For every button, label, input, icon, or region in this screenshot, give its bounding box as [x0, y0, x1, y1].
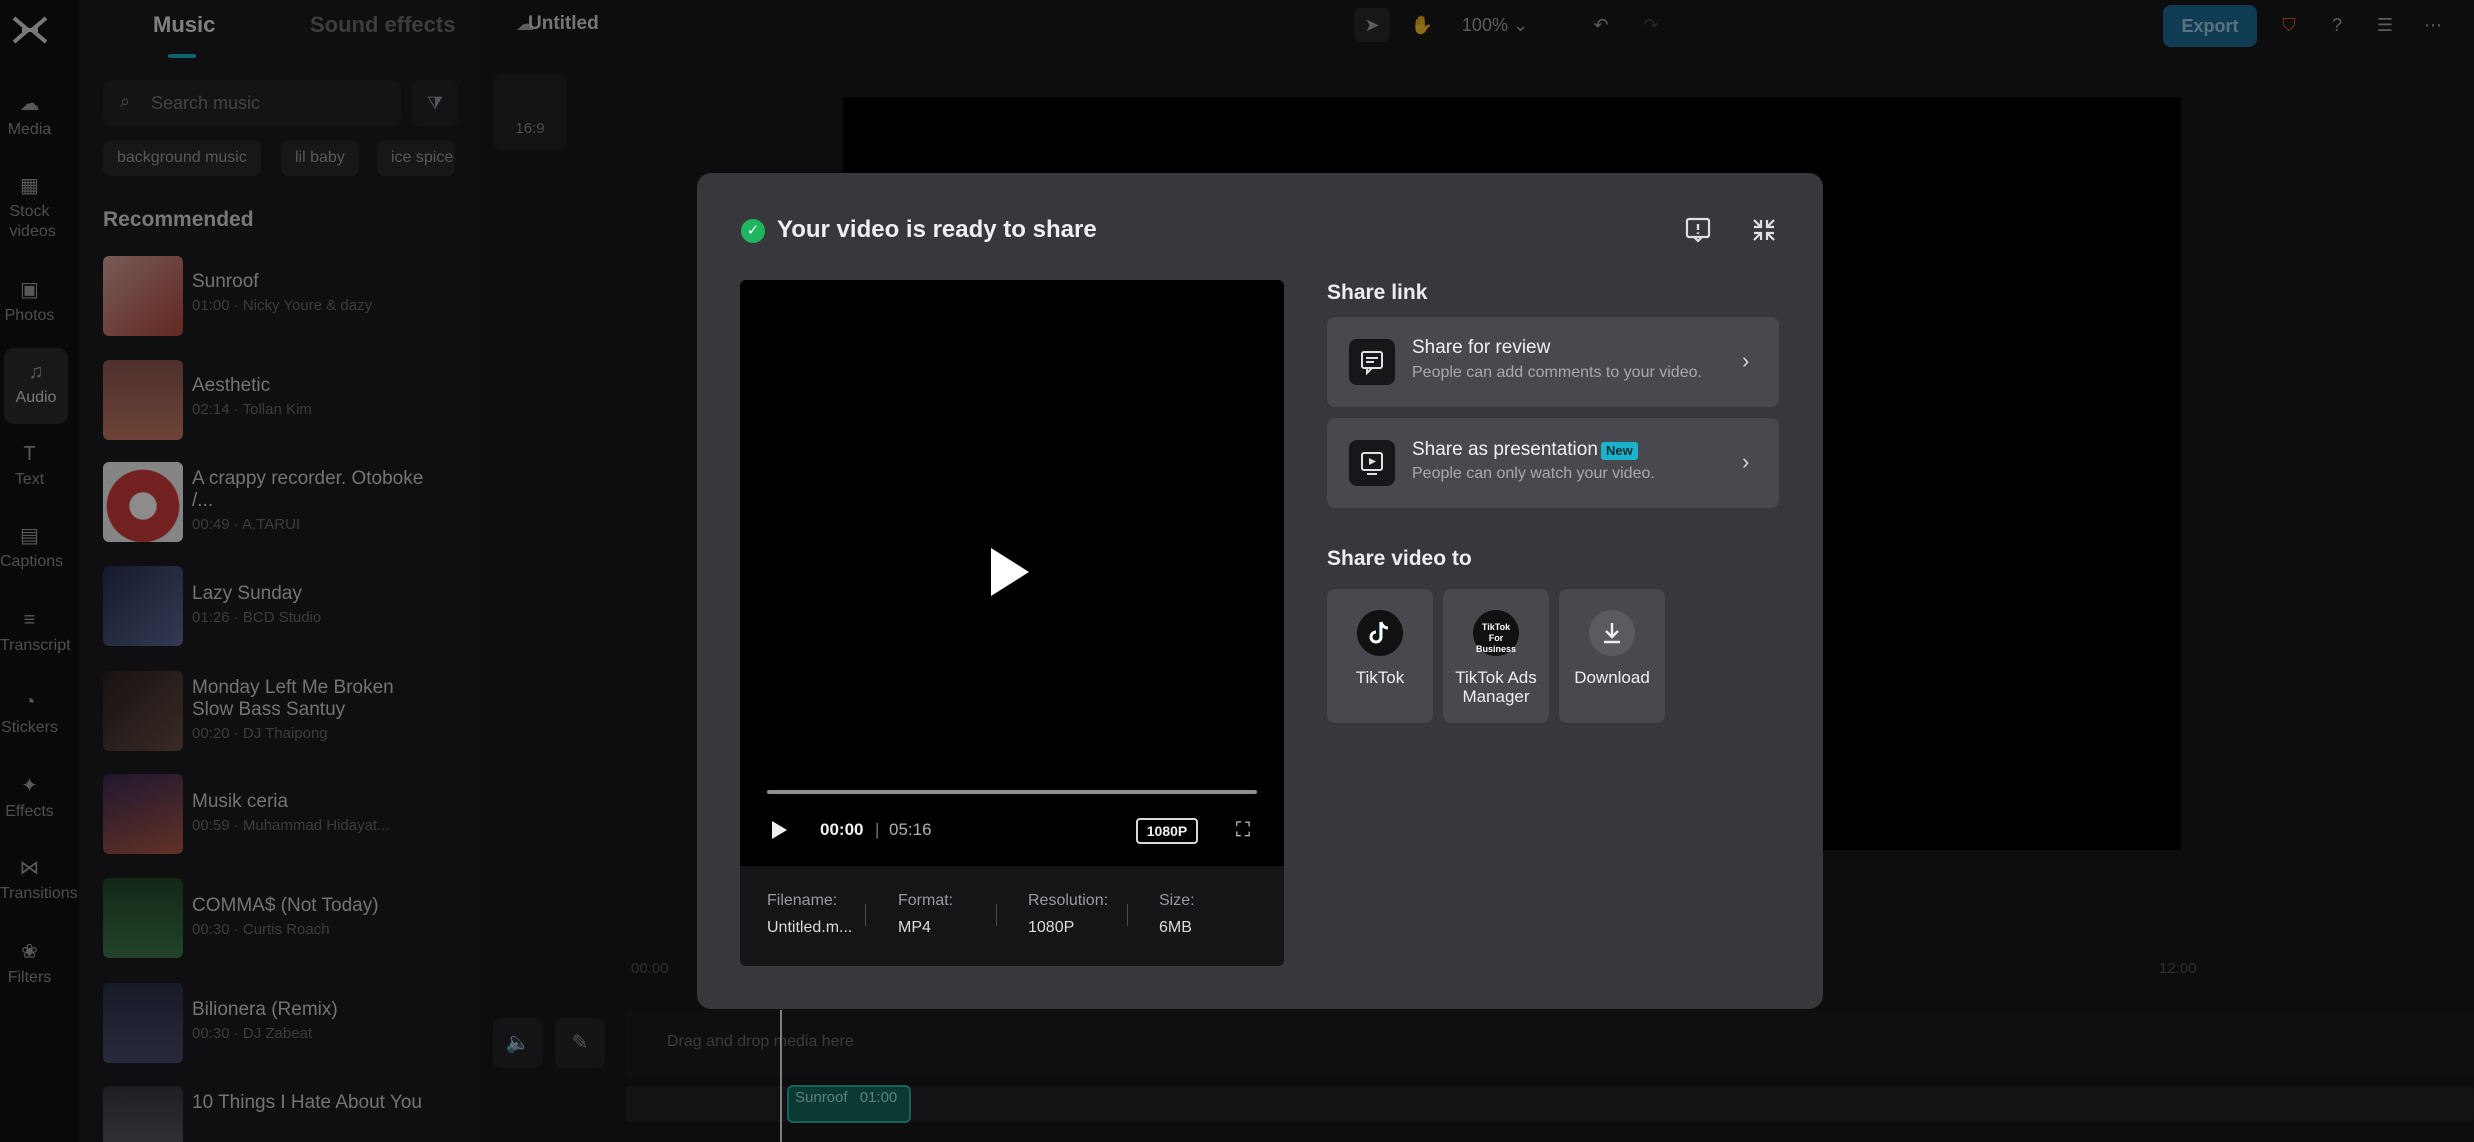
current-time: 00:00 [820, 820, 864, 839]
video-meta-bar [740, 866, 1284, 966]
share-target-label: TikTok [1355, 668, 1405, 687]
total-time: 05:16 [889, 820, 932, 839]
progress-bar[interactable] [767, 790, 1257, 794]
meta-value-filename: Untitled.m... [767, 919, 853, 936]
chevron-right-icon: › [1742, 449, 1750, 474]
minimize-icon[interactable] [1748, 216, 1780, 248]
tiktok-ads-icon-text: TikTok For Business [1476, 622, 1517, 654]
presentation-icon [1349, 440, 1395, 486]
meta-divider [1127, 904, 1128, 926]
share-target-label: Download [1574, 668, 1650, 687]
share-for-review-subtitle: People can add comments to your video. [1412, 364, 1702, 381]
meta-label-size: Size: [1159, 892, 1195, 909]
share-as-presentation-subtitle: People can only watch your video. [1412, 465, 1655, 482]
tiktok-ads-icon: TikTok For Business [1473, 610, 1519, 656]
meta-value-size: 6MB [1159, 919, 1192, 936]
chevron-right-icon: › [1742, 348, 1750, 373]
resolution-badge[interactable]: 1080P [1136, 818, 1198, 844]
share-for-review-title: Share for review [1412, 337, 1551, 358]
fullscreen-icon[interactable]: ⛶ [1230, 817, 1256, 843]
meta-label-filename: Filename: [767, 892, 838, 909]
tiktok-icon [1357, 610, 1403, 656]
meta-label-resolution: Resolution: [1028, 892, 1109, 909]
meta-divider [865, 904, 866, 926]
download-icon [1589, 610, 1635, 656]
video-player[interactable] [740, 280, 1284, 966]
time-separator: | [875, 820, 880, 839]
success-check-icon: ✓ [741, 219, 765, 243]
play-icon[interactable] [987, 545, 1033, 599]
comment-icon [1349, 339, 1395, 385]
share-target-download[interactable]: Download [1559, 589, 1665, 723]
share-target-label: TikTok Ads Manager [1455, 668, 1537, 706]
share-target-tiktok[interactable]: TikTok [1327, 589, 1433, 723]
share-video-heading: Share video to [1327, 547, 1472, 570]
new-badge: New [1601, 442, 1638, 460]
feedback-icon[interactable] [1682, 216, 1714, 248]
meta-value-format: MP4 [898, 919, 931, 936]
share-target-tiktok-ads-manager[interactable]: TikTok For Business TikTok Ads Manager [1443, 589, 1549, 723]
play-small-icon[interactable] [768, 818, 790, 842]
meta-value-resolution: 1080P [1028, 919, 1075, 936]
meta-divider [996, 904, 997, 926]
share-as-presentation-title: Share as presentation [1412, 439, 1598, 460]
modal-title: Your video is ready to share [777, 216, 1097, 243]
share-link-heading: Share link [1327, 281, 1428, 304]
meta-label-format: Format: [898, 892, 954, 909]
